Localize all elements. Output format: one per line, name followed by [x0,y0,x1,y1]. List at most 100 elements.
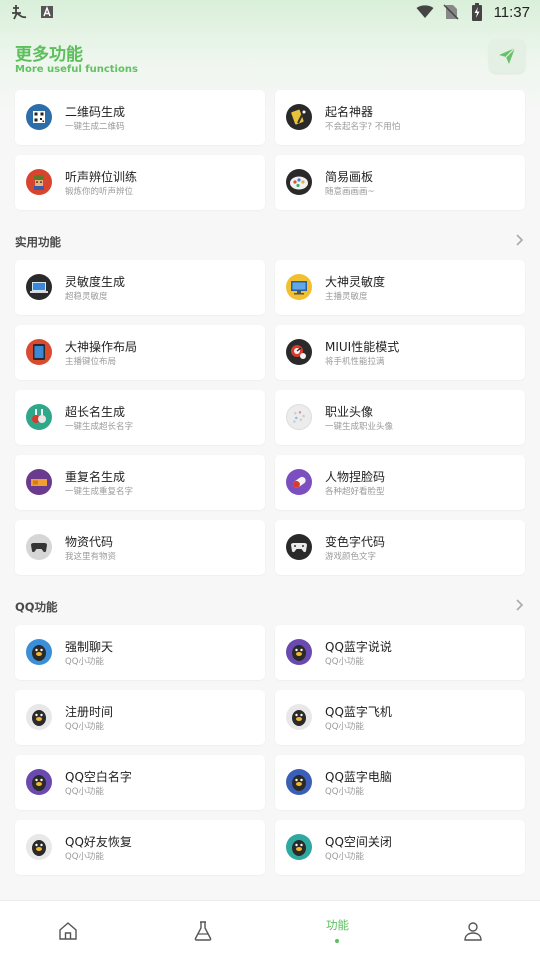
card-drawing-board[interactable]: 简易画板 随意画画画~ [275,155,525,210]
chevron-right-icon[interactable] [513,598,525,612]
status-bar: 11:37 [0,0,540,24]
laptop-icon [26,274,52,300]
card-sound-training[interactable]: 听声辨位训练 锻炼你的听声辨位 [15,155,265,210]
nav-functions[interactable]: 功能 [270,901,405,960]
send-button[interactable] [489,39,525,73]
user-icon [464,922,482,941]
card-sensitivity-generator[interactable]: 灵敏度生成 超稳灵敏度 [15,260,265,315]
chevron-right-icon[interactable] [513,233,525,247]
card-subtitle: 不会起名字? 不用怕 [325,122,401,132]
card-face-code[interactable]: 人物捏脸码 各种超好看脸型 [275,455,525,510]
card-title: 二维码生成 [65,105,126,119]
page-title: 更多功能 [15,45,83,65]
card-title: 起名神器 [325,105,374,119]
card-subtitle: QQ小功能 [325,852,364,862]
card-subtitle: QQ小功能 [65,722,104,732]
dots-avatar-icon [286,404,312,430]
card-title: 变色字代码 [325,535,386,549]
card-qq-blue-plane[interactable]: QQ蓝字飞机 QQ小功能 [275,690,525,745]
card-qq-blank-name[interactable]: QQ空白名字 QQ小功能 [15,755,265,810]
card-title: 人物捏脸码 [325,470,386,484]
card-name-generator[interactable]: 起名神器 不会起名字? 不用怕 [275,90,525,145]
qq-penguin-icon [286,704,312,730]
page-header: 更多功能 More useful functions [0,38,540,82]
battery-charging-icon [468,3,486,21]
card-title: QQ蓝字电脑 [325,770,392,784]
card-subtitle: 锻炼你的听声辨位 [65,187,134,197]
notification-a-icon [38,4,56,20]
gamepad-icon [26,534,52,560]
qq-penguin-icon [286,769,312,795]
card-title: MIUI性能模式 [325,340,400,354]
card-subtitle: QQ小功能 [65,852,104,862]
card-title: 物资代码 [65,535,114,549]
home-icon [59,922,77,940]
card-title: 大神操作布局 [65,340,138,354]
card-subtitle: 主播键位布局 [65,357,117,367]
qr-code-icon [26,104,52,130]
card-pro-layout[interactable]: 大神操作布局 主播键位布局 [15,325,265,380]
card-color-text-code[interactable]: 变色字代码 游戏颜色文字 [275,520,525,575]
qq-penguin-icon [286,639,312,665]
card-title: 简易画板 [325,170,374,184]
section-title-qq: QQ功能 [15,600,58,614]
card-subtitle: 超稳灵敏度 [65,292,108,302]
card-subtitle: QQ小功能 [65,787,104,797]
card-duplicate-name[interactable]: 重复名生成 一键生成重复名字 [15,455,265,510]
palette-icon [286,169,312,195]
nav-functions-label: 功能 [326,918,349,932]
card-long-name[interactable]: 超长名生成 一键生成超长名字 [15,390,265,445]
card-title: QQ空间关闭 [325,835,392,849]
card-subtitle: 一键生成二维码 [65,122,125,132]
card-subtitle: QQ小功能 [325,722,364,732]
monitor-icon [286,274,312,300]
card-title: QQ好友恢复 [65,835,132,849]
card-qr-generator[interactable]: 二维码生成 一键生成二维码 [15,90,265,145]
speed-gauge-icon [286,339,312,365]
card-title: 灵敏度生成 [65,275,126,289]
card-pro-sensitivity[interactable]: 大神灵敏度 主播灵敏度 [275,260,525,315]
card-miui-performance[interactable]: MIUI性能模式 将手机性能拉满 [275,325,525,380]
card-title: 注册时间 [65,705,114,719]
card-title: QQ空白名字 [65,770,132,784]
card-subtitle: 一键生成超长名字 [65,422,134,432]
card-force-chat[interactable]: 强制聊天 QQ小功能 [15,625,265,680]
card-qq-blue-post[interactable]: QQ蓝字说说 QQ小功能 [275,625,525,680]
card-title: 重复名生成 [65,470,126,484]
card-subtitle: 一键生成职业头像 [325,422,394,432]
card-register-time[interactable]: 注册时间 QQ小功能 [15,690,265,745]
flask-icon [194,921,212,941]
card-title: 超长名生成 [65,405,126,419]
card-subtitle: QQ小功能 [325,787,364,797]
card-subtitle: 一键生成重复名字 [65,487,134,497]
card-subtitle: QQ小功能 [65,657,104,667]
nav-profile[interactable] [405,901,540,960]
pill-icon [286,469,312,495]
card-supply-code[interactable]: 物资代码 我这里有物资 [15,520,265,575]
send-icon [499,47,516,64]
qq-penguin-icon [26,639,52,665]
gamepad-dark-icon [286,534,312,560]
card-career-avatar[interactable]: 职业头像 一键生成职业头像 [275,390,525,445]
card-qq-blue-computer[interactable]: QQ蓝字电脑 QQ小功能 [275,755,525,810]
qq-penguin-icon [286,834,312,860]
qq-penguin-icon [26,834,52,860]
bottom-nav: 功能 [0,900,540,960]
page-subtitle: More useful functions [15,64,138,75]
qq-penguin-icon [26,769,52,795]
card-title: 大神灵敏度 [325,275,386,289]
soldier-icon [26,169,52,195]
card-qq-zone-close[interactable]: QQ空间关闭 QQ小功能 [275,820,525,875]
card-qq-friend-recovery[interactable]: QQ好友恢复 QQ小功能 [15,820,265,875]
tablet-icon [26,339,52,365]
card-subtitle: 游戏颜色文字 [325,552,377,562]
card-title: QQ蓝字说说 [325,640,392,654]
card-title: QQ蓝字飞机 [325,705,392,719]
card-subtitle: 我这里有物资 [65,552,117,562]
card-subtitle: QQ小功能 [325,657,364,667]
nav-lab[interactable] [135,901,270,960]
nav-home[interactable] [0,901,135,960]
no-sim-icon [442,4,460,20]
wifi-icon [416,4,434,20]
card-subtitle: 各种超好看脸型 [325,487,385,497]
